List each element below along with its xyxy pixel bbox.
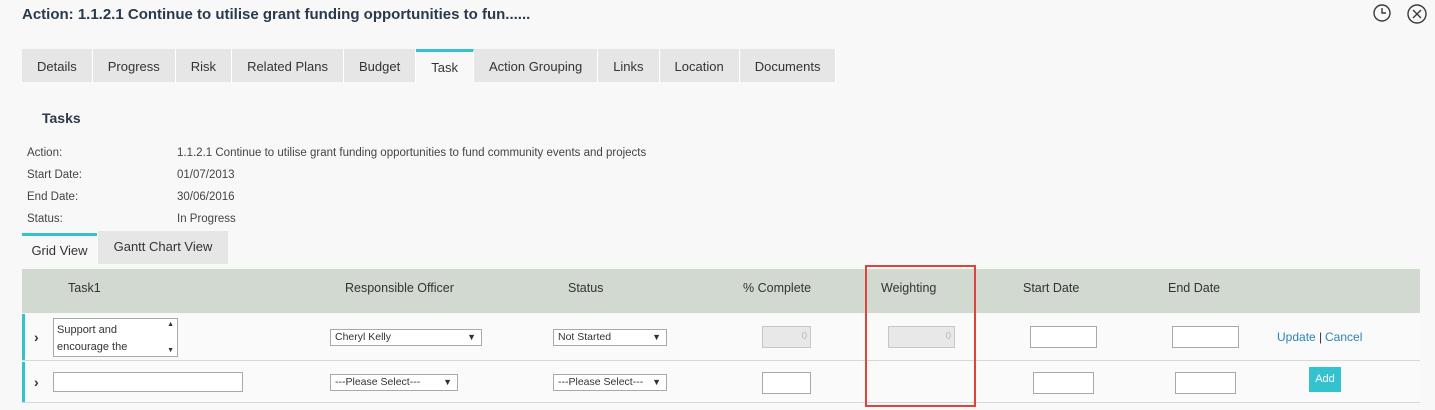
dropdown-arrow-icon: ▼ — [443, 377, 452, 387]
weighting-highlight-box — [865, 265, 976, 407]
percent-complete-input[interactable]: 0 — [762, 326, 811, 348]
task-text-line1: Support and — [57, 324, 117, 336]
add-button[interactable]: Add — [1309, 367, 1341, 392]
dropdown-arrow-icon: ▼ — [652, 377, 661, 387]
tab-progress[interactable]: Progress — [92, 49, 176, 82]
update-link[interactable]: Update — [1277, 330, 1316, 344]
responsible-officer-value: Cheryl Kelly — [335, 331, 392, 343]
responsible-officer-select[interactable]: ---Please Select--- ▼ — [330, 374, 458, 391]
start-date-input[interactable] — [1033, 372, 1094, 394]
section-title: Tasks — [42, 110, 81, 126]
col-start-date[interactable]: Start Date — [1023, 281, 1079, 295]
gantt-chart-view-tab[interactable]: Gantt Chart View — [98, 231, 228, 264]
col-task[interactable]: Task1 — [68, 281, 101, 295]
link-separator: | — [1319, 330, 1323, 344]
col-responsible-officer[interactable]: Responsible Officer — [345, 281, 454, 295]
scroll-up-icon[interactable]: ▲ — [167, 321, 174, 328]
tab-related-plans[interactable]: Related Plans — [232, 49, 345, 82]
start-date-label: Start Date: — [27, 169, 82, 181]
tab-risk[interactable]: Risk — [175, 49, 233, 82]
start-date-input[interactable] — [1030, 326, 1097, 348]
expand-chevron-icon[interactable]: › — [34, 374, 39, 390]
table-row: › ---Please Select--- ▼ ---Please Select… — [22, 362, 1420, 403]
end-date-input[interactable] — [1175, 372, 1236, 394]
status-select[interactable]: ---Please Select--- ▼ — [553, 374, 667, 391]
status-value: In Progress — [177, 213, 236, 225]
status-select-value: Not Started — [558, 331, 612, 343]
dropdown-arrow-icon: ▼ — [467, 332, 476, 342]
task-text-line2: encourage the — [57, 341, 128, 353]
task-textarea[interactable]: Support and encourage the ▲ ▼ — [53, 318, 178, 357]
start-date-value: 01/07/2013 — [177, 169, 235, 181]
percent-complete-input[interactable] — [762, 372, 811, 394]
task-input[interactable] — [53, 372, 243, 392]
expand-chevron-icon[interactable]: › — [34, 329, 39, 345]
col-percent-complete[interactable]: % Complete — [743, 281, 811, 295]
tab-action-grouping[interactable]: Action Grouping — [473, 49, 599, 82]
responsible-officer-value: ---Please Select--- — [335, 376, 421, 388]
tab-budget[interactable]: Budget — [344, 49, 417, 82]
tab-location[interactable]: Location — [659, 49, 740, 82]
status-label: Status: — [27, 213, 63, 225]
tab-task[interactable]: Task — [416, 49, 474, 82]
tab-bar: Details Progress Risk Related Plans Budg… — [22, 49, 837, 82]
action-label: Action: — [27, 147, 63, 159]
action-value: 1.1.2.1 Continue to utilise grant fundin… — [177, 147, 647, 159]
history-icon[interactable] — [1372, 3, 1392, 23]
cancel-link[interactable]: Cancel — [1325, 330, 1362, 344]
scroll-down-icon[interactable]: ▼ — [167, 347, 174, 354]
dropdown-arrow-icon: ▼ — [652, 332, 661, 342]
end-date-label: End Date: — [27, 191, 79, 203]
tab-documents[interactable]: Documents — [739, 49, 837, 82]
tab-details[interactable]: Details — [22, 49, 93, 82]
table-row: › Support and encourage the ▲ ▼ Cheryl K… — [22, 314, 1420, 361]
tab-links[interactable]: Links — [598, 49, 660, 82]
end-date-input[interactable] — [1172, 326, 1239, 348]
end-date-value: 30/06/2016 — [177, 191, 235, 203]
status-select[interactable]: Not Started ▼ — [553, 329, 667, 346]
col-end-date[interactable]: End Date — [1168, 281, 1220, 295]
percent-complete-value: 0 — [801, 331, 807, 342]
responsible-officer-select[interactable]: Cheryl Kelly ▼ — [330, 329, 482, 346]
grid-header: Task1 Responsible Officer Status % Compl… — [22, 269, 1420, 313]
row-accent — [22, 362, 25, 402]
page-title: Action: 1.1.2.1 Continue to utilise gran… — [22, 6, 531, 23]
grid-view-tab[interactable]: Grid View — [22, 233, 97, 264]
close-icon[interactable] — [1406, 3, 1428, 25]
status-select-value: ---Please Select--- — [558, 376, 644, 388]
row-accent — [22, 314, 25, 360]
col-status[interactable]: Status — [568, 281, 603, 295]
